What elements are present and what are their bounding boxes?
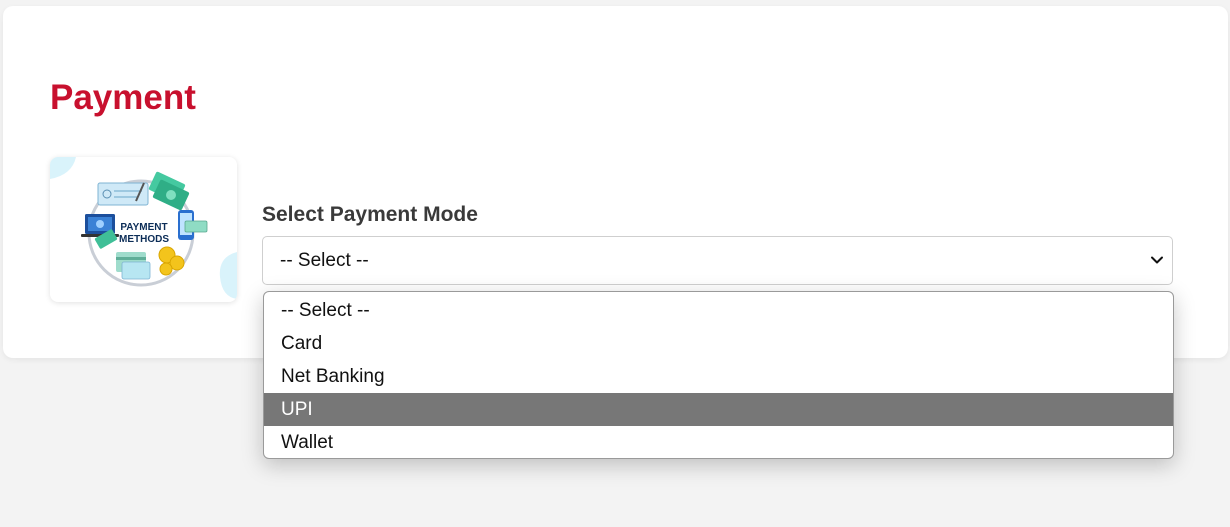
page-title: Payment <box>50 78 196 117</box>
payment-methods-image: PAYMENT METHODS <box>50 157 237 302</box>
option-net-banking[interactable]: Net Banking <box>264 360 1173 393</box>
payment-mode-label: Select Payment Mode <box>262 203 478 226</box>
payment-methods-illustration: PAYMENT METHODS <box>50 157 237 299</box>
option-card[interactable]: Card <box>264 327 1173 360</box>
payment-mode-dropdown: -- Select -- Card Net Banking UPI Wallet <box>263 291 1174 459</box>
illustration-text-line1: PAYMENT <box>120 222 167 233</box>
payment-mode-select[interactable]: -- Select -- <box>262 236 1173 285</box>
illustration-text-line2: METHODS <box>119 234 169 245</box>
option-select-placeholder[interactable]: -- Select -- <box>264 294 1173 327</box>
option-upi[interactable]: UPI <box>264 393 1173 426</box>
option-wallet[interactable]: Wallet <box>264 426 1173 458</box>
chevron-down-icon <box>1151 256 1163 264</box>
payment-mode-selected-value: -- Select -- <box>280 249 369 271</box>
